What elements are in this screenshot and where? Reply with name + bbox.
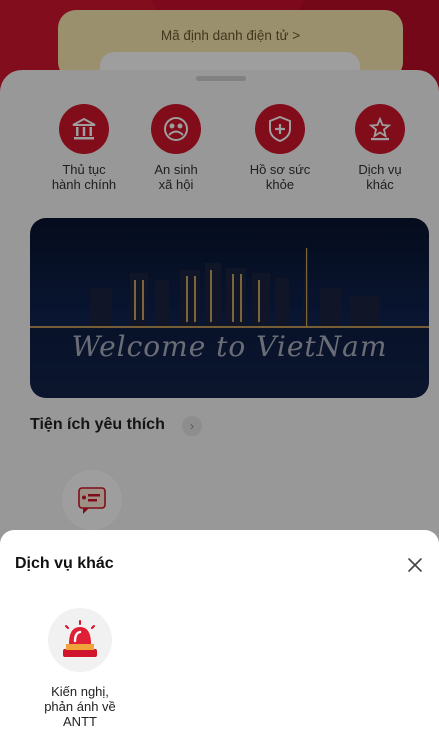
siren-icon [48,608,112,672]
service-antt-feedback[interactable]: Kiến nghị, phản ánh về ANTT [20,608,140,729]
close-button[interactable] [400,550,430,580]
sheet-title: Dịch vụ khác [15,555,114,572]
other-services-sheet: Dịch vụ khác Kiến nghị, phản ánh về ANTT [0,530,439,731]
service-label: Kiến nghị, phản ánh về ANTT [44,684,116,729]
close-icon [408,558,422,572]
